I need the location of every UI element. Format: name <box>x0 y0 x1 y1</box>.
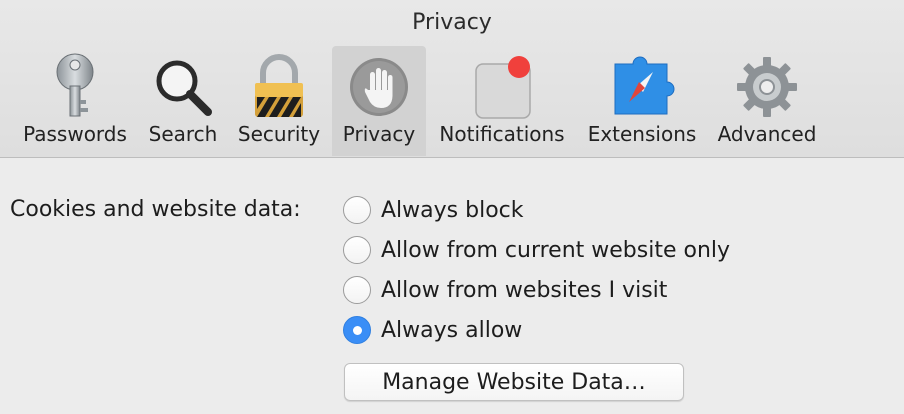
tab-search[interactable]: Search <box>142 46 224 156</box>
key-icon <box>40 52 110 122</box>
radio-button-selected[interactable] <box>343 316 371 344</box>
tab-label: Privacy <box>342 122 416 146</box>
tab-notifications[interactable]: Notifications <box>432 46 572 156</box>
notification-badge-icon <box>467 52 537 122</box>
radio-always-block[interactable]: Always block <box>343 196 523 224</box>
tab-label: Notifications <box>439 122 565 146</box>
gear-icon <box>732 52 802 122</box>
tab-security[interactable]: Security <box>230 46 328 156</box>
radio-button[interactable] <box>343 236 371 264</box>
window-title: Privacy <box>412 10 492 35</box>
radio-always-allow[interactable]: Always allow <box>343 316 522 344</box>
padlock-icon <box>244 52 314 122</box>
offscreen-tab-edge <box>0 118 7 144</box>
tab-privacy[interactable]: Privacy <box>332 46 426 156</box>
tab-label: Security <box>237 122 321 146</box>
radio-button[interactable] <box>343 276 371 304</box>
radio-label[interactable]: Allow from websites I visit <box>381 278 667 303</box>
radio-button[interactable] <box>343 196 371 224</box>
tab-label: Advanced <box>717 122 817 146</box>
radio-dot <box>352 325 362 335</box>
radio-label[interactable]: Allow from current website only <box>381 238 730 263</box>
cookies-label: Cookies and website data: <box>10 197 301 222</box>
tab-extensions[interactable]: Extensions <box>582 46 702 156</box>
hand-icon <box>344 52 414 122</box>
tab-passwords[interactable]: Passwords <box>14 46 136 156</box>
tab-label: Passwords <box>23 122 127 146</box>
manage-website-data-button[interactable]: Manage Website Data… <box>344 363 684 401</box>
tab-label: Extensions <box>587 122 697 146</box>
radio-allow-visited-websites[interactable]: Allow from websites I visit <box>343 276 667 304</box>
magnifier-icon <box>148 52 218 122</box>
puzzle-compass-icon <box>607 52 677 122</box>
radio-label[interactable]: Always allow <box>381 318 522 343</box>
tab-label: Search <box>148 122 218 146</box>
preferences-toolbar: Privacy Passwords Search Security Privac… <box>0 0 904 158</box>
tab-advanced[interactable]: Advanced <box>712 46 822 156</box>
radio-label[interactable]: Always block <box>381 198 523 223</box>
radio-allow-current-website[interactable]: Allow from current website only <box>343 236 730 264</box>
